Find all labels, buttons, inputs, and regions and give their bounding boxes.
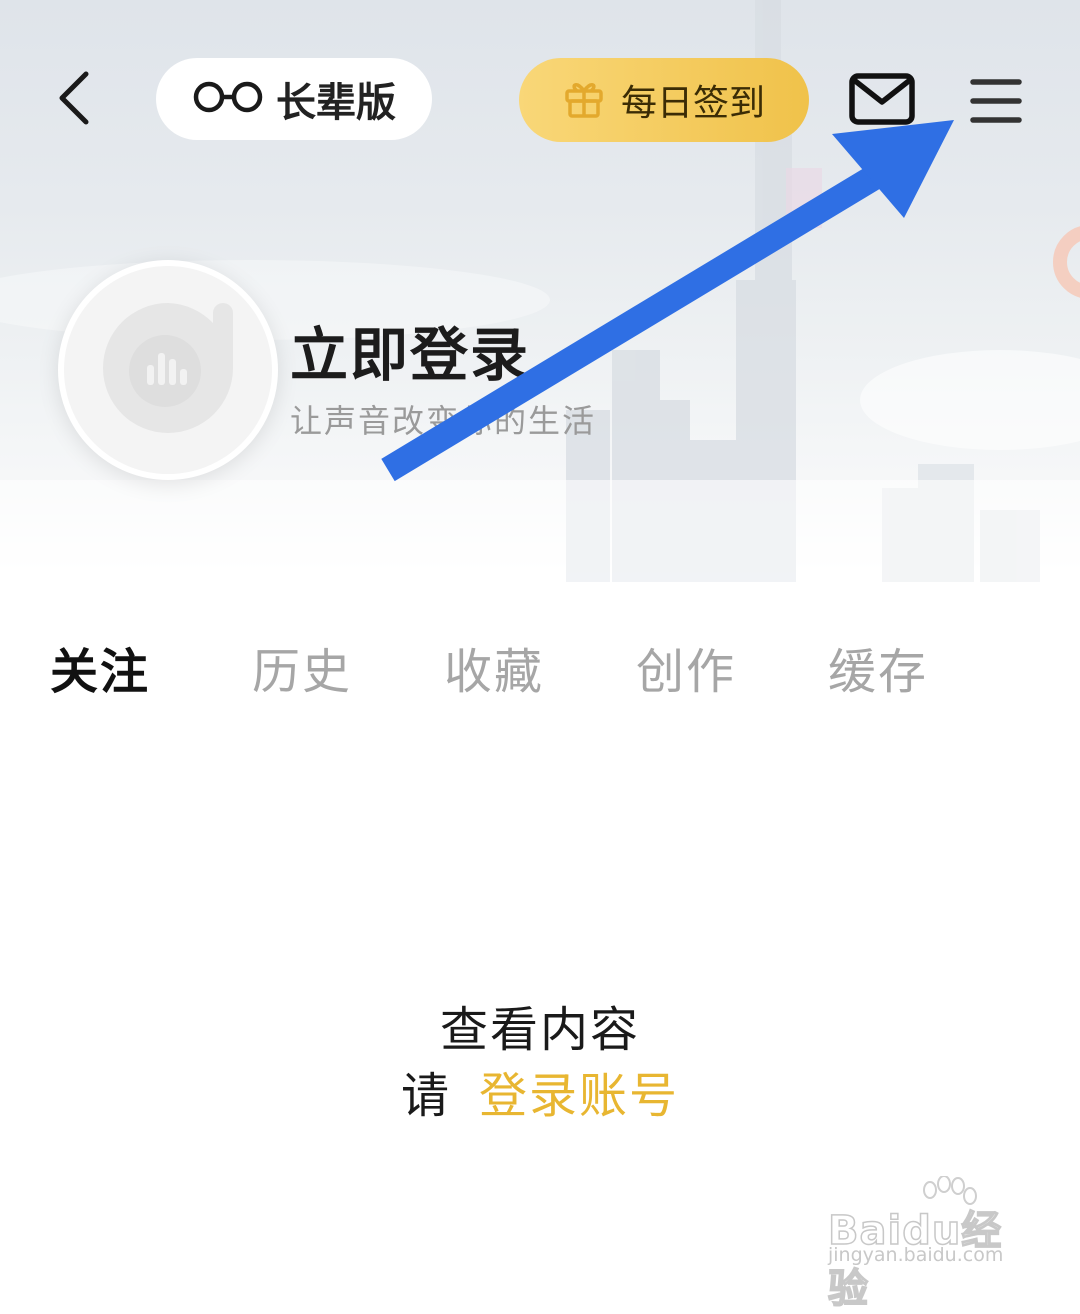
elder-mode-label: 长辈版	[276, 80, 396, 126]
daily-checkin-label: 每日签到	[620, 83, 765, 124]
empty-state-title: 查看内容	[439, 1002, 640, 1058]
slogan-text: 让声音改变你的生活	[290, 402, 597, 440]
mail-icon	[848, 73, 916, 132]
empty-state-prefix: 请	[400, 1068, 451, 1124]
avatar[interactable]	[58, 260, 278, 480]
tab-cache[interactable]: 缓存	[828, 632, 928, 702]
login-now-title[interactable]: 立即登录	[290, 308, 530, 392]
profile-tab-bar: 关注 历史 收藏 创作 缓存	[0, 632, 1080, 702]
hamburger-menu-icon	[968, 79, 1024, 132]
tab-creation[interactable]: 创作	[636, 632, 736, 702]
watermark-url: jingyan.baidu.com	[828, 1244, 1004, 1266]
login-account-link[interactable]: 登录账号	[479, 1068, 679, 1124]
messages-button[interactable]	[848, 70, 916, 130]
tab-favorites[interactable]: 收藏	[444, 632, 544, 702]
gift-icon	[563, 77, 605, 123]
more-menu-button[interactable]	[968, 72, 1024, 128]
baidu-jingyan-watermark: Baidu经验 jingyan.baidu.com	[826, 1176, 1026, 1313]
daily-checkin-button[interactable]: 每日签到	[519, 58, 809, 142]
app-logo-placeholder-icon	[93, 293, 243, 447]
tab-following[interactable]: 关注	[50, 632, 150, 702]
empty-state-prompt: 请登录账号	[0, 1056, 1080, 1126]
tab-history[interactable]: 历史	[252, 632, 352, 702]
back-button[interactable]	[44, 60, 104, 140]
elder-mode-button[interactable]: 长辈版	[156, 58, 432, 140]
chevron-left-icon	[54, 68, 94, 132]
glasses-icon	[192, 80, 264, 118]
